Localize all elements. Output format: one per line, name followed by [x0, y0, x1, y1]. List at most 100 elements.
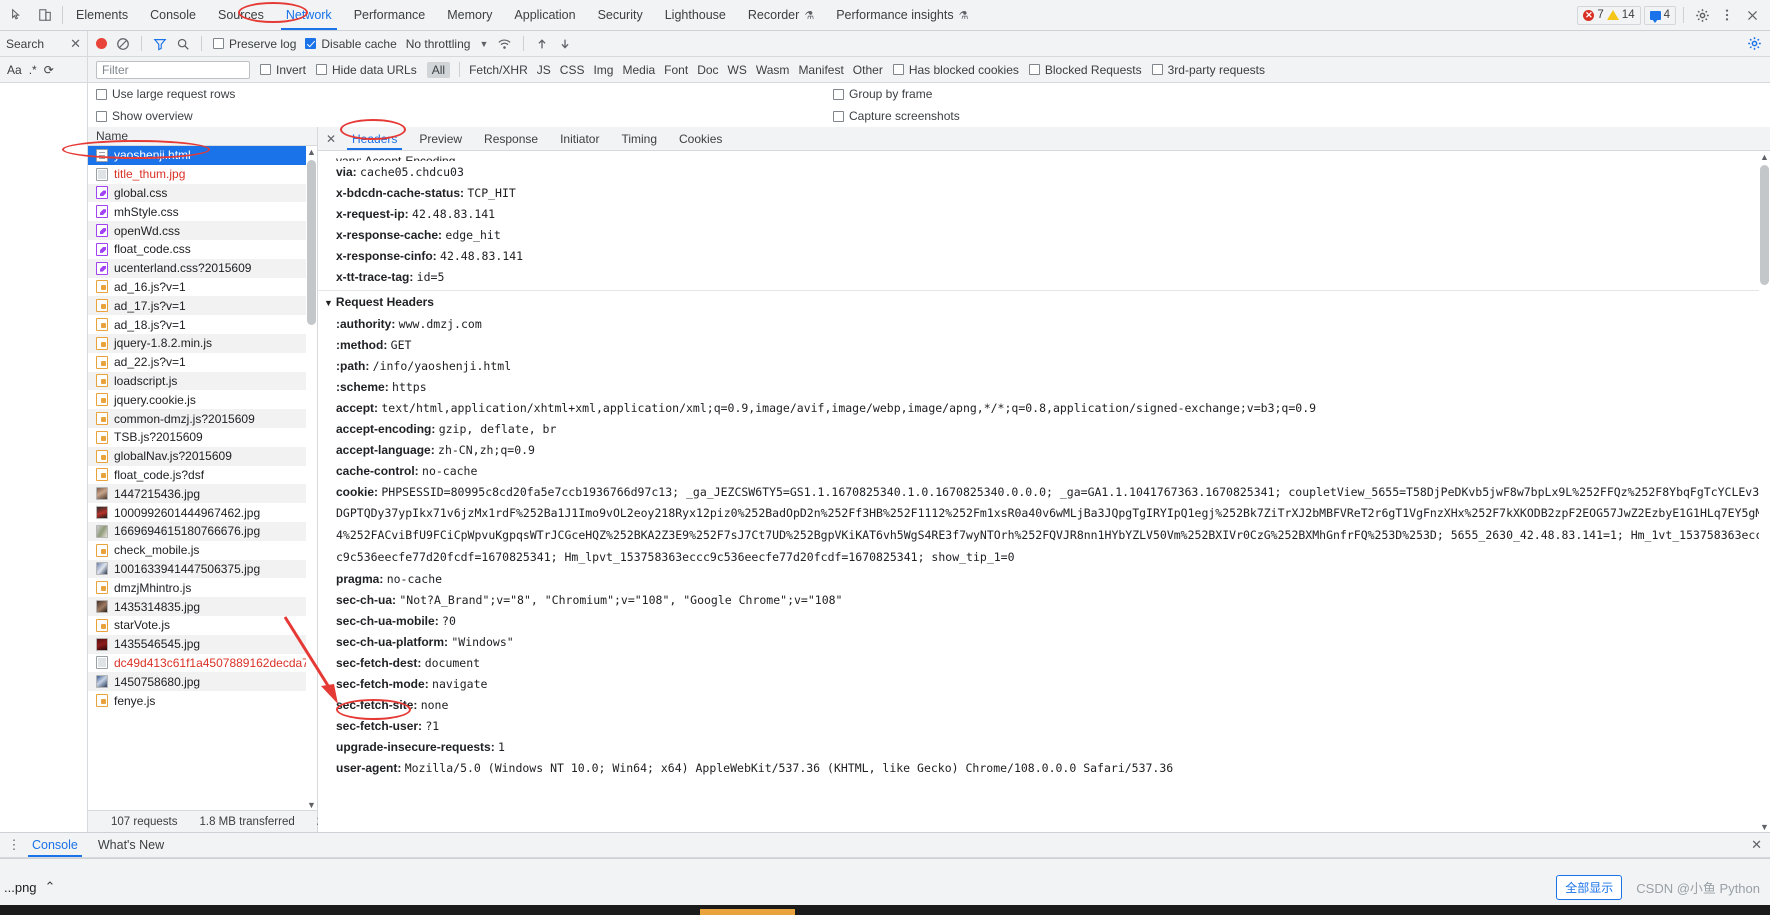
scroll-down-arrow[interactable]: ▼ [1760, 821, 1769, 832]
search-pane-close-icon[interactable]: ✕ [70, 36, 81, 52]
clear-requests-icon[interactable] [116, 37, 130, 51]
request-headers-section-title[interactable]: ▼ Request Headers [318, 290, 1770, 313]
headers-content[interactable]: vary: Accept-Encoding via: cache05.chdcu0… [318, 151, 1770, 832]
tab-performance-insights[interactable]: Performance insights ⚗ [825, 0, 979, 30]
capture-screenshots-checkbox[interactable]: Capture screenshots [833, 109, 960, 123]
close-details-icon[interactable]: ✕ [321, 132, 341, 146]
request-list-item[interactable]: float_code.js?dsf [88, 466, 317, 485]
third-party-requests-checkbox[interactable]: 3rd-party requests [1151, 63, 1265, 77]
invert-checkbox[interactable]: Invert [260, 63, 306, 77]
triangle-down-icon[interactable]: ▼ [324, 298, 333, 308]
show-all-downloads-button[interactable]: 全部显示 [1556, 874, 1623, 900]
request-list-item[interactable]: 1001633941447506375.jpg [88, 559, 317, 579]
filter-type-fetch-xhr[interactable]: Fetch/XHR [469, 63, 528, 77]
request-list-item[interactable]: 1435546545.jpg [88, 634, 317, 654]
scrollbar-thumb[interactable] [1760, 165, 1769, 285]
tab-elements[interactable]: Elements [65, 0, 139, 30]
request-list-item[interactable]: fenye.js [88, 691, 317, 710]
request-list-item[interactable]: ad_16.js?v=1 [88, 278, 317, 297]
request-list[interactable]: yaoshenji.html title_thum.jpg global.css mh… [88, 146, 317, 810]
drawer-tab-whats-new[interactable]: What's New [88, 833, 174, 857]
request-list-item[interactable]: check_mobile.js [88, 541, 317, 560]
request-list-item[interactable]: starVote.js [88, 616, 317, 635]
request-list-item[interactable]: openWd.css [88, 221, 317, 240]
more-options-icon[interactable] [1716, 4, 1738, 26]
request-list-item[interactable]: 1450758680.jpg [88, 672, 317, 692]
scrollbar-thumb[interactable] [307, 160, 316, 325]
request-list-item[interactable]: 1447215436.jpg [88, 484, 317, 504]
tab-sources[interactable]: Sources [207, 0, 275, 30]
preserve-log-checkbox[interactable]: Preserve log [213, 37, 296, 51]
scroll-up-arrow[interactable]: ▲ [307, 146, 316, 157]
request-list-item[interactable]: common-dmzj.js?2015609 [88, 409, 317, 428]
record-button-icon[interactable] [96, 38, 107, 49]
search-icon[interactable] [176, 37, 190, 51]
filter-type-media[interactable]: Media [622, 63, 655, 77]
device-toolbar-icon[interactable] [36, 6, 54, 24]
detail-tab-cookies[interactable]: Cookies [668, 127, 733, 150]
filter-type-img[interactable]: Img [593, 63, 613, 77]
request-list-item[interactable]: jquery-1.8.2.min.js [88, 333, 317, 353]
filter-type-doc[interactable]: Doc [697, 63, 718, 77]
tab-recorder[interactable]: Recorder ⚗ [737, 0, 825, 30]
hide-data-urls-checkbox[interactable]: Hide data URLs [316, 63, 417, 77]
issues-badge-group[interactable]: ✕ 7 14 [1577, 5, 1641, 25]
tab-lighthouse[interactable]: Lighthouse [654, 0, 737, 30]
disable-cache-checkbox[interactable]: Disable cache [305, 37, 397, 51]
request-list-item[interactable]: ad_17.js?v=1 [88, 296, 317, 316]
drawer-tab-console[interactable]: Console [22, 833, 88, 857]
filter-type-manifest[interactable]: Manifest [798, 63, 843, 77]
request-list-item[interactable]: mhStyle.css [88, 202, 317, 221]
tab-console[interactable]: Console [139, 0, 207, 30]
scroll-down-arrow[interactable]: ▼ [307, 799, 316, 810]
detail-tab-response[interactable]: Response [473, 127, 549, 150]
tab-performance[interactable]: Performance [343, 0, 437, 30]
details-scrollbar[interactable]: ▲ ▼ [1759, 151, 1770, 832]
detail-tab-preview[interactable]: Preview [408, 127, 473, 150]
throttling-select-value[interactable]: No throttling [406, 37, 471, 51]
filter-icon[interactable] [153, 37, 167, 51]
network-settings-icon[interactable] [1747, 36, 1762, 51]
settings-gear-icon[interactable] [1691, 4, 1713, 26]
refresh-search-icon[interactable]: ⟳ [44, 63, 54, 77]
tab-network[interactable]: Network [275, 0, 343, 30]
request-list-item[interactable]: ad_22.js?v=1 [88, 353, 317, 372]
detail-tab-timing[interactable]: Timing [610, 127, 668, 150]
request-list-item[interactable]: dc49d413c61f1a4507889162decda7f1.pn [88, 654, 317, 673]
warning-badge[interactable]: 14 [1606, 9, 1635, 21]
filter-type-font[interactable]: Font [664, 63, 688, 77]
chevron-up-icon[interactable]: ⌃ [45, 879, 56, 895]
request-list-item[interactable]: ucenterland.css?2015609 [88, 258, 317, 278]
request-list-item[interactable]: globalNav.js?2015609 [88, 446, 317, 466]
filter-type-all[interactable]: All [426, 61, 451, 78]
filter-type-js[interactable]: JS [537, 63, 551, 77]
network-conditions-icon[interactable] [497, 37, 512, 51]
detail-tab-initiator[interactable]: Initiator [549, 127, 610, 150]
tab-application[interactable]: Application [503, 0, 586, 30]
chevron-down-icon[interactable]: ▼ [479, 39, 488, 49]
has-blocked-cookies-checkbox[interactable]: Has blocked cookies [892, 63, 1019, 77]
blocked-requests-checkbox[interactable]: Blocked Requests [1028, 63, 1142, 77]
request-list-item[interactable]: ad_18.js?v=1 [88, 315, 317, 334]
export-har-icon[interactable] [558, 37, 572, 51]
request-list-item[interactable]: 1000992601444967462.jpg [88, 503, 317, 522]
drawer-more-options-icon[interactable]: ⋮ [6, 837, 22, 853]
scroll-up-arrow[interactable]: ▲ [1760, 151, 1769, 162]
download-item[interactable]: ...png ⌃ [4, 879, 55, 895]
request-list-item[interactable]: 1435314835.jpg [88, 597, 317, 616]
group-by-frame-checkbox[interactable]: Group by frame [833, 87, 932, 101]
request-list-scrollbar[interactable]: ▲ ▼ [306, 146, 317, 810]
regex-toggle[interactable]: .* [29, 63, 37, 77]
request-list-item[interactable]: float_code.css [88, 240, 317, 259]
request-list-item[interactable]: dmzjMhintro.js [88, 578, 317, 597]
request-list-column-header[interactable]: Name [88, 127, 317, 146]
request-list-item[interactable]: TSB.js?2015609 [88, 428, 317, 447]
inspect-element-icon[interactable] [8, 6, 26, 24]
request-list-item[interactable]: yaoshenji.html [88, 146, 317, 165]
request-list-item[interactable]: title_thum.jpg [88, 165, 317, 184]
detail-tab-headers[interactable]: Headers [341, 127, 408, 150]
filter-type-ws[interactable]: WS [728, 63, 747, 77]
request-list-item[interactable]: jquery.cookie.js [88, 390, 317, 409]
tab-security[interactable]: Security [587, 0, 654, 30]
drawer-close-icon[interactable]: ✕ [1751, 837, 1770, 853]
